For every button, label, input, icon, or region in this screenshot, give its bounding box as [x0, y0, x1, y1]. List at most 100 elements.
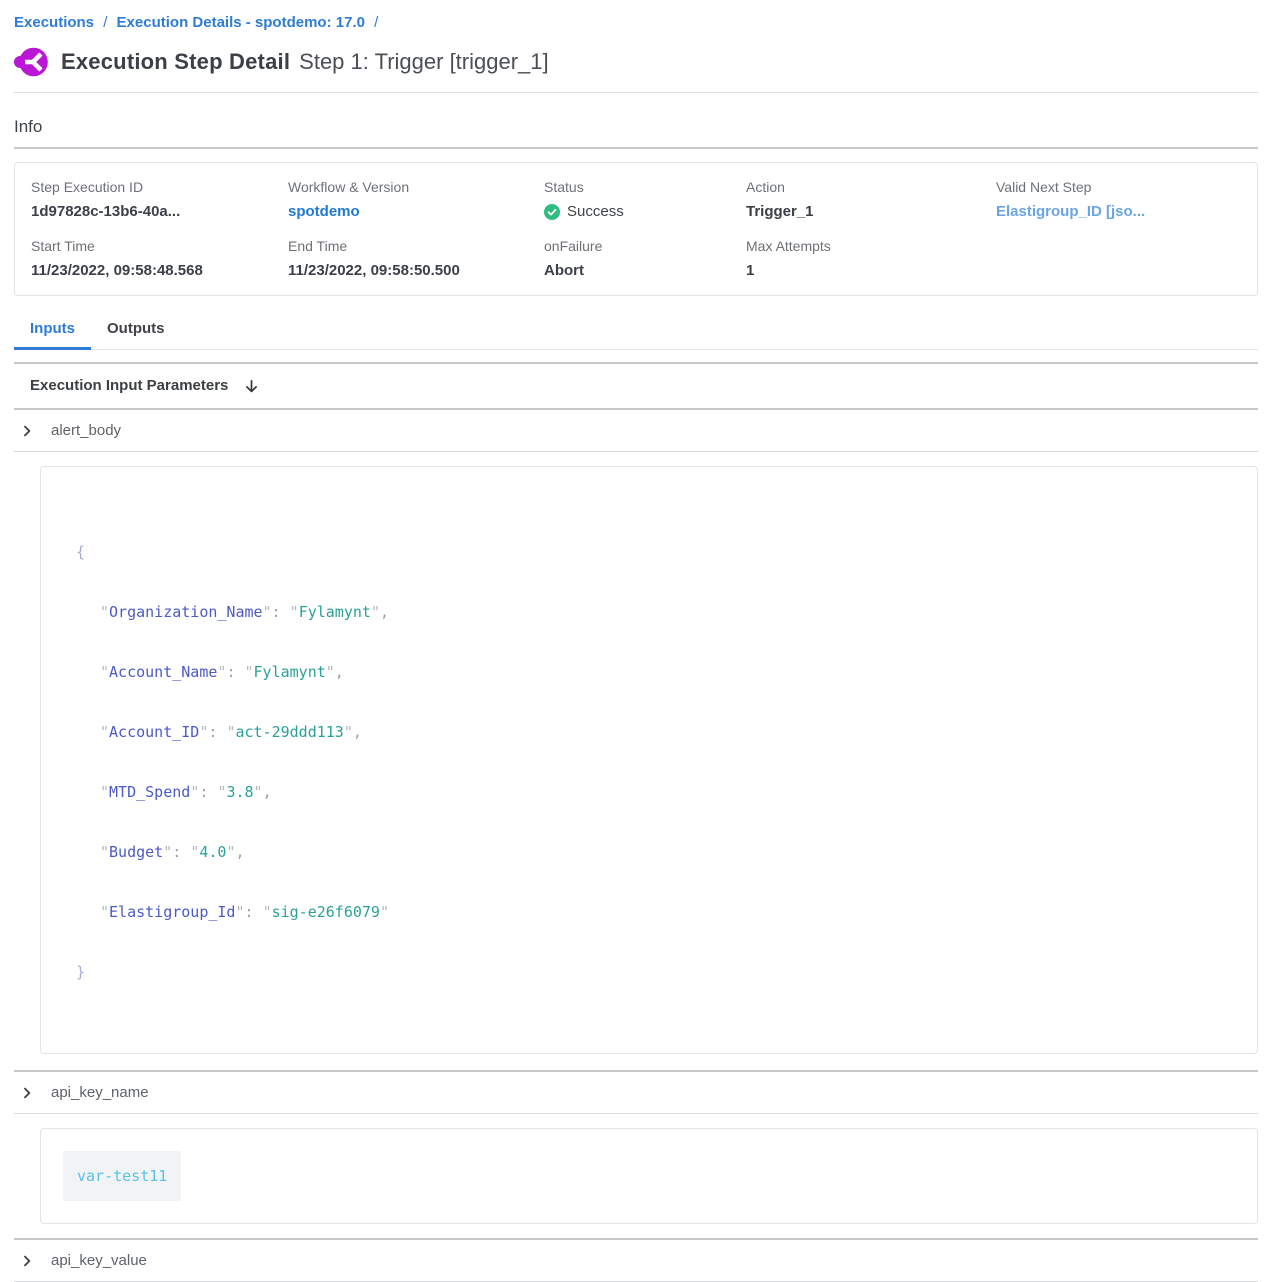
breadcrumb: Executions / Execution Details - spotdem…	[14, 0, 1258, 31]
tab-bar: Inputs Outputs	[14, 320, 1258, 350]
json-value: 3.8	[226, 783, 253, 801]
json-value: Fylamynt	[299, 603, 371, 621]
info-field-end-time: End Time 11/23/2022, 09:58:50.500	[288, 238, 544, 279]
section-row-api-key-name[interactable]: api_key_name	[14, 1072, 1258, 1114]
quote: "	[100, 723, 109, 741]
chevron-right-icon	[20, 1086, 34, 1100]
next-step-link[interactable]: Elastigroup_ID [jso...	[996, 203, 1241, 220]
info-field-start-time: Start Time 11/23/2022, 09:58:48.568	[31, 238, 288, 279]
field-label: Max Attempts	[746, 238, 996, 254]
json-key: Account_Name	[109, 663, 217, 681]
page-subtitle: Step 1: Trigger [trigger_1]	[299, 49, 548, 75]
execution-input-parameters-header: Execution Input Parameters	[14, 362, 1258, 410]
chevron-right-icon	[20, 424, 34, 438]
section-label-alert-body: alert_body	[51, 421, 121, 440]
breadcrumb-separator: /	[374, 14, 378, 31]
info-field-empty	[996, 238, 1241, 279]
json-entry: "Elastigroup_Id": "sig-e26f6079"	[76, 902, 1237, 922]
page-header: Execution Step Detail Step 1: Trigger [t…	[14, 47, 1258, 77]
workflow-link[interactable]: spotdemo	[288, 203, 544, 220]
brace: {	[76, 543, 85, 561]
status-text: Success	[567, 203, 624, 220]
quote: "	[163, 843, 172, 861]
json-entry: "Organization_Name": "Fylamynt",	[76, 602, 1237, 622]
json-value: sig-e26f6079	[272, 903, 380, 921]
section-row-api-key-value[interactable]: api_key_value	[14, 1240, 1258, 1282]
field-value: Trigger_1	[746, 203, 996, 220]
colon: :	[172, 843, 190, 861]
section-api-key-name: api_key_name var-test11	[14, 1070, 1258, 1224]
json-key: MTD_Spend	[109, 783, 190, 801]
colon: :	[199, 783, 217, 801]
check-circle-icon	[544, 204, 560, 220]
json-entry: "Account_ID": "act-29ddd113",	[76, 722, 1237, 742]
info-field-action: Action Trigger_1	[746, 179, 996, 220]
field-value: 11/23/2022, 09:58:50.500	[288, 262, 544, 279]
tab-outputs[interactable]: Outputs	[91, 320, 181, 350]
status-badge: Success	[544, 203, 746, 220]
field-label: End Time	[288, 238, 544, 254]
field-label: Action	[746, 179, 996, 195]
field-value: 11/23/2022, 09:58:48.568	[31, 262, 288, 279]
chevron-right-icon	[20, 1254, 34, 1268]
info-field-onfailure: onFailure Abort	[544, 238, 746, 279]
json-value: 4.0	[199, 843, 226, 861]
section-alert-body: alert_body { "Organization_Name": "Fylam…	[14, 410, 1258, 1054]
json-key: Organization_Name	[109, 603, 263, 621]
info-field-status: Status Success	[544, 179, 746, 220]
page-title: Execution Step Detail	[61, 49, 290, 75]
field-value: Abort	[544, 262, 746, 279]
info-card: Step Execution ID 1d97828c-13b6-40a... W…	[14, 162, 1258, 296]
field-label: Status	[544, 179, 746, 195]
json-value: Fylamynt	[254, 663, 326, 681]
section-label-api-key-value: api_key_value	[51, 1251, 147, 1270]
json-entry: "MTD_Spend": "3.8",	[76, 782, 1237, 802]
quote: "	[344, 723, 353, 741]
quote: "	[326, 663, 335, 681]
quote: "	[263, 903, 272, 921]
quote: "	[371, 603, 380, 621]
quote: "	[263, 603, 272, 621]
colon: :	[208, 723, 226, 741]
breadcrumb-execution-details-link[interactable]: Execution Details - spotdemo: 17.0	[117, 14, 365, 31]
section-label-api-key-name: api_key_name	[51, 1083, 149, 1102]
info-section-heading: Info	[14, 117, 1258, 137]
quote: "	[290, 603, 299, 621]
quote: "	[100, 663, 109, 681]
quote: "	[380, 903, 389, 921]
section-row-alert-body[interactable]: alert_body	[14, 410, 1258, 452]
json-entry: "Budget": "4.0",	[76, 842, 1237, 862]
json-key: Budget	[109, 843, 163, 861]
colon: :	[226, 663, 244, 681]
tab-outputs-label: Outputs	[107, 320, 165, 337]
api-key-name-value: var-test11	[63, 1151, 181, 1201]
info-field-workflow-version: Workflow & Version spotdemo	[288, 179, 544, 220]
field-value: 1d97828c-13b6-40a...	[31, 203, 288, 220]
tab-inputs[interactable]: Inputs	[14, 320, 91, 350]
arrow-down-icon[interactable]	[243, 378, 260, 395]
field-label: Valid Next Step	[996, 179, 1241, 195]
quote: "	[235, 903, 244, 921]
json-open-brace: {	[76, 542, 1237, 562]
info-field-step-execution-id: Step Execution ID 1d97828c-13b6-40a...	[31, 179, 288, 220]
json-key: Account_ID	[109, 723, 199, 741]
quote: "	[190, 783, 199, 801]
quote: "	[100, 843, 109, 861]
api-key-name-value-card: var-test11	[40, 1128, 1258, 1224]
colon: :	[272, 603, 290, 621]
comma: ,	[380, 603, 389, 621]
field-value: 1	[746, 262, 996, 279]
quote: "	[190, 843, 199, 861]
field-label: onFailure	[544, 238, 746, 254]
json-key: Elastigroup_Id	[109, 903, 235, 921]
field-label: Step Execution ID	[31, 179, 288, 195]
field-label: Start Time	[31, 238, 288, 254]
colon: :	[245, 903, 263, 921]
comma: ,	[353, 723, 362, 741]
header-divider	[14, 92, 1258, 93]
breadcrumb-executions-link[interactable]: Executions	[14, 14, 94, 31]
quote: "	[245, 663, 254, 681]
execution-input-parameters-label: Execution Input Parameters	[30, 377, 228, 395]
quote: "	[254, 783, 263, 801]
fylamynt-flow-icon	[14, 47, 48, 77]
